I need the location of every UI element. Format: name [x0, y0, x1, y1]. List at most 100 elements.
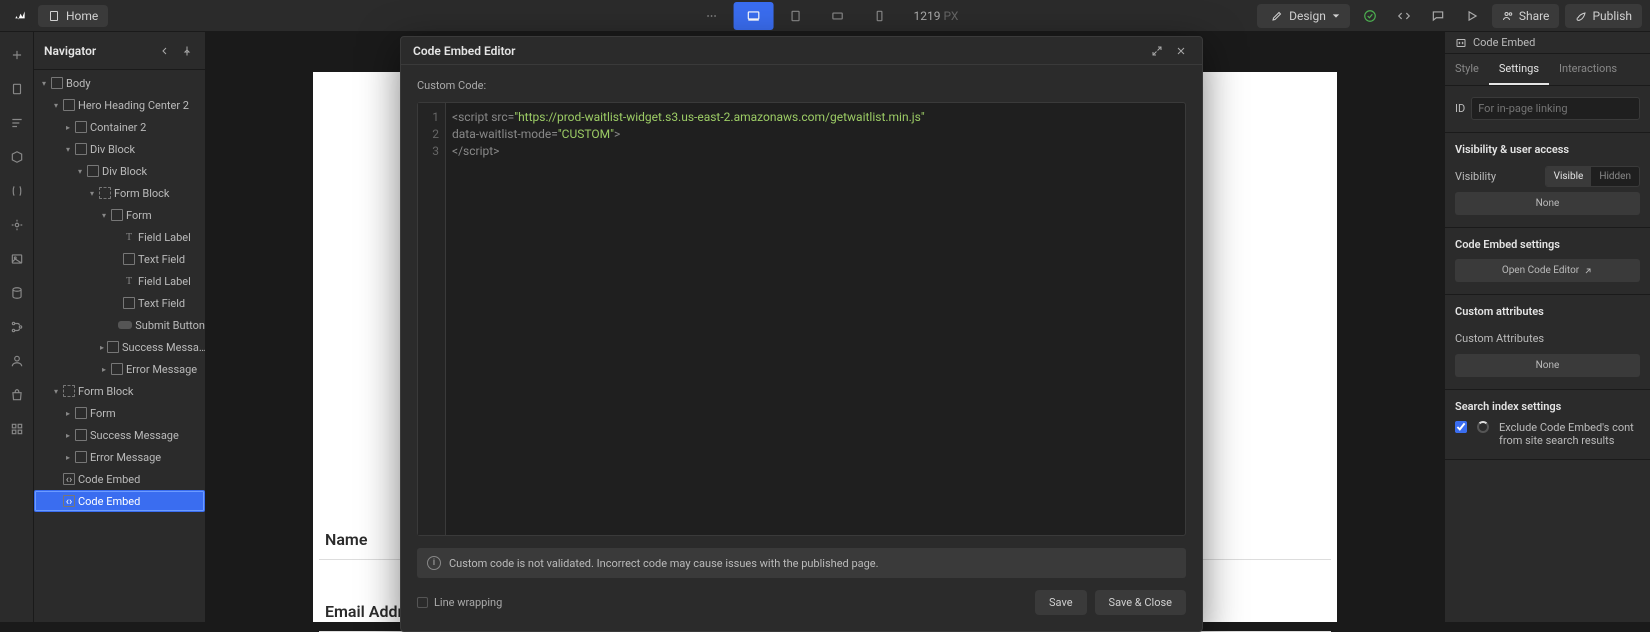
code-button[interactable] — [1390, 3, 1418, 29]
tree-item[interactable]: ▾Body — [34, 72, 205, 94]
tree-item[interactable]: Text Field — [34, 292, 205, 314]
custom-attributes-none-button[interactable]: None — [1455, 354, 1640, 377]
tree-item-label: Field Label — [138, 231, 191, 244]
check-circle-icon — [1363, 9, 1377, 23]
ecommerce-button[interactable] — [2, 380, 32, 410]
users-button[interactable] — [2, 346, 32, 376]
tree-item-label: Hero Heading Center 2 — [78, 99, 189, 112]
tree-toggle-icon[interactable]: ▾ — [100, 211, 108, 220]
tree-item[interactable]: ▾Form Block — [34, 380, 205, 402]
tree-toggle-icon[interactable]: ▸ — [100, 343, 104, 352]
tab-style[interactable]: Style — [1445, 54, 1489, 85]
tree-item[interactable]: ▾ Div Block — [34, 160, 205, 182]
navigator-button[interactable] — [2, 108, 32, 138]
tree-toggle-icon[interactable]: ▸ — [64, 123, 72, 132]
tree-item-label: Form — [90, 407, 116, 420]
publish-label: Publish — [1592, 9, 1632, 23]
webflow-logo[interactable] — [8, 4, 32, 28]
tree-item[interactable]: ▸Error Message — [34, 358, 205, 380]
styles-button[interactable] — [2, 210, 32, 240]
box-icon — [75, 407, 87, 419]
tree-toggle-icon[interactable]: ▸ — [64, 409, 72, 418]
tree-item[interactable]: ▸Container 2 — [34, 116, 205, 138]
design-mode-button[interactable]: Design — [1257, 4, 1350, 28]
tree-item-label: Div Block — [102, 165, 147, 178]
save-close-button[interactable]: Save & Close — [1095, 590, 1186, 615]
comment-icon — [1431, 9, 1445, 23]
share-button[interactable]: Share — [1492, 4, 1560, 28]
tree-toggle-icon[interactable]: ▸ — [64, 453, 72, 462]
landscape-icon — [831, 9, 845, 23]
home-label: Home — [66, 9, 98, 23]
home-button[interactable]: Home — [38, 5, 108, 27]
apps-button[interactable] — [2, 414, 32, 444]
comment-button[interactable] — [1424, 3, 1452, 29]
tree-toggle-icon[interactable]: ▸ — [64, 431, 72, 440]
preview-button[interactable] — [1458, 3, 1486, 29]
components-button[interactable] — [2, 142, 32, 172]
pages-button[interactable] — [2, 74, 32, 104]
tree-item[interactable]: TField Label — [34, 226, 205, 248]
tree-item-label: Form Block — [114, 187, 169, 200]
tab-interactions[interactable]: Interactions — [1549, 54, 1627, 85]
box-icon — [51, 77, 63, 89]
line-wrapping-toggle[interactable]: Line wrapping — [417, 596, 502, 609]
exclude-checkbox[interactable] — [1455, 421, 1467, 433]
tree-item[interactable]: ▾ Hero Heading Center 2 — [34, 94, 205, 116]
device-tablet-button[interactable] — [776, 2, 816, 30]
tree-toggle-icon[interactable]: ▸ — [100, 365, 108, 374]
tree-toggle-icon[interactable]: ▾ — [88, 189, 96, 198]
tree-item[interactable]: ▸Error Message — [34, 446, 205, 468]
modal-title: Code Embed Editor — [413, 44, 516, 58]
box-icon — [123, 253, 135, 265]
tree-item[interactable]: ▾ Div Block — [34, 138, 205, 160]
expand-button[interactable] — [1148, 42, 1166, 60]
tree-toggle-icon[interactable]: ▾ — [40, 79, 48, 88]
save-button[interactable]: Save — [1035, 590, 1087, 615]
device-mobile-button[interactable] — [860, 2, 900, 30]
publish-button[interactable]: Publish — [1565, 4, 1642, 28]
code-editor[interactable]: 123 <script src="https://prod-waitlist-w… — [417, 102, 1186, 536]
tree-item[interactable]: ‹›Code Embed — [34, 490, 205, 512]
device-landscape-button[interactable] — [818, 2, 858, 30]
visible-button[interactable]: Visible — [1546, 167, 1592, 186]
code-area[interactable]: <script src="https://prod-waitlist-widge… — [446, 103, 1185, 535]
tree-item[interactable]: ‹›Code Embed — [34, 468, 205, 490]
navigator-collapse-button[interactable] — [157, 43, 173, 59]
tree-item[interactable]: ▸ Form — [34, 402, 205, 424]
assets-button[interactable] — [2, 244, 32, 274]
tree-toggle-icon[interactable]: ▾ — [52, 387, 60, 396]
tree-toggle-icon[interactable]: ▾ — [52, 101, 60, 110]
cms-button[interactable] — [2, 278, 32, 308]
hidden-button[interactable]: Hidden — [1591, 167, 1639, 186]
tree-item[interactable]: ▸Success Message — [34, 424, 205, 446]
device-desktop-button[interactable] — [734, 2, 774, 30]
logic-button[interactable] — [2, 312, 32, 342]
menu-dots-button[interactable] — [692, 2, 732, 30]
code-icon — [1397, 9, 1411, 23]
add-element-button[interactable] — [2, 40, 32, 70]
tree-item[interactable]: ▾Form — [34, 204, 205, 226]
tree-item[interactable]: ▾ Form Block — [34, 182, 205, 204]
tree-item[interactable]: Text Field — [34, 248, 205, 270]
code-embed-modal: Code Embed Editor Custom Code: 123 <scri… — [400, 36, 1203, 632]
tree-toggle-icon[interactable]: ▾ — [64, 145, 72, 154]
tree-item-label: Div Block — [90, 143, 135, 156]
mobile-icon — [873, 9, 887, 23]
navigator-pin-button[interactable] — [179, 43, 195, 59]
variables-button[interactable] — [2, 176, 32, 206]
open-code-editor-button[interactable]: Open Code Editor — [1455, 259, 1640, 282]
visibility-none-button[interactable]: None — [1455, 192, 1640, 215]
tree-toggle-icon[interactable]: ▾ — [76, 167, 84, 176]
tree-item[interactable]: ▸Success Messa… — [34, 336, 205, 358]
navigator-panel: Navigator ▾Body▾Hero Heading Center 2▸Co… — [34, 32, 206, 622]
tree-item[interactable]: TField Label — [34, 270, 205, 292]
close-button[interactable] — [1172, 42, 1190, 60]
status-check-button[interactable] — [1356, 3, 1384, 29]
bag-icon — [10, 388, 24, 402]
tab-settings[interactable]: Settings — [1489, 54, 1549, 85]
id-input[interactable] — [1471, 97, 1640, 120]
tree-item[interactable]: Submit Button — [34, 314, 205, 336]
tree-item-label: Text Field — [138, 253, 185, 266]
box-icon — [75, 121, 87, 133]
